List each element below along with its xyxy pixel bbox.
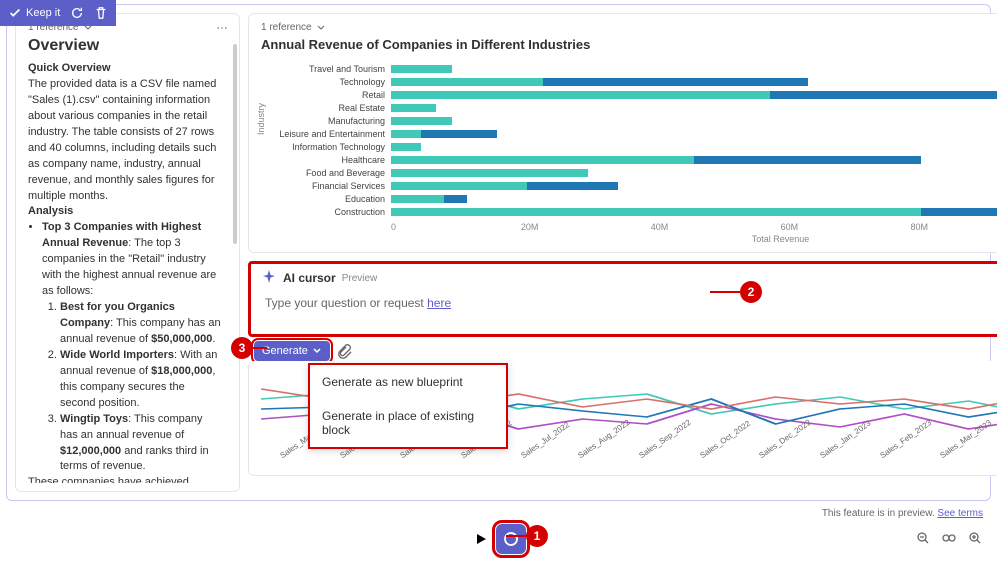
zoom-fit-icon[interactable] <box>941 530 957 546</box>
bar-row: Financial Services <box>261 179 997 192</box>
copilot-button[interactable] <box>496 524 526 554</box>
overview-panel: 1 reference Overview Quick Overview The … <box>15 13 240 492</box>
bar-row: Leisure and Entertainment <box>261 127 997 140</box>
ai-cursor-input[interactable]: Type your question or request here <box>251 292 997 334</box>
page-frame: 1 reference Overview Quick Overview The … <box>6 4 991 501</box>
chevron-down-icon <box>312 346 322 356</box>
bar-chart-card: Industry 1 reference Annual Revenue of C… <box>248 13 997 253</box>
bar-row: Manufacturing <box>261 114 997 127</box>
footer: This feature is in preview. See terms <box>0 506 997 561</box>
see-terms-link[interactable]: See terms <box>937 508 983 519</box>
x-axis-ticks: 020M40M60M80M100M120M <box>391 222 997 232</box>
check-icon <box>8 6 22 20</box>
zoom-controls <box>915 530 983 546</box>
scrollbar[interactable] <box>233 44 237 244</box>
callout-3: 3 <box>231 337 253 359</box>
preview-notice: This feature is in preview. See terms <box>822 508 983 519</box>
ai-cursor-panel: AI cursor Preview Type your question or … <box>248 261 997 337</box>
middle-column: Industry 1 reference Annual Revenue of C… <box>248 13 997 492</box>
bar-row: Information Technology <box>261 140 997 153</box>
bar-row: Retail <box>261 88 997 101</box>
generate-in-place[interactable]: Generate in place of existing block <box>310 399 506 447</box>
bar-row: Education <box>261 192 997 205</box>
bar-row: Real Estate <box>261 101 997 114</box>
chevron-down-icon[interactable] <box>316 23 326 33</box>
callout-2: 2 <box>740 281 762 303</box>
zoom-in-icon[interactable] <box>967 530 983 546</box>
line-chart-x-labels: Sales_Mar_2022Sales_Apr_2022Sales_May_20… <box>261 452 997 461</box>
bar-row: Travel and Tourism <box>261 62 997 75</box>
overview-title: Overview <box>28 37 227 55</box>
top-toolbar: Keep it <box>0 0 116 26</box>
sparkle-icon <box>261 270 277 286</box>
bar-chart: Travel and TourismTechnologyRetailReal E… <box>261 58 997 218</box>
bar-row: Construction <box>261 205 997 218</box>
attach-icon[interactable] <box>336 343 352 359</box>
chart-title: Annual Revenue of Companies in Different… <box>261 37 997 52</box>
reference-count[interactable]: 1 reference <box>261 22 312 33</box>
preview-badge: Preview <box>342 273 378 284</box>
generate-button[interactable]: Generate <box>254 341 330 361</box>
zoom-out-icon[interactable] <box>915 530 931 546</box>
play-button[interactable] <box>472 530 490 548</box>
more-icon[interactable] <box>217 23 227 33</box>
bar-row: Healthcare <box>261 153 997 166</box>
callout-1: 1 <box>526 525 548 547</box>
refresh-icon[interactable] <box>70 6 84 20</box>
generate-new-blueprint[interactable]: Generate as new blueprint <box>310 365 506 399</box>
keep-it-button[interactable]: Keep it <box>8 6 60 20</box>
bar-row: Technology <box>261 75 997 88</box>
bar-row: Food and Beverage <box>261 166 997 179</box>
generate-menu: Generate as new blueprint Generate in pl… <box>308 363 508 449</box>
x-axis-label: Total Revenue <box>261 234 997 244</box>
copilot-icon <box>502 530 520 548</box>
y-axis-label: Industry <box>256 103 266 135</box>
trash-icon[interactable] <box>94 6 108 20</box>
ai-cursor-title: AI cursor <box>283 271 336 285</box>
overview-body: Quick Overview The provided data is a CS… <box>28 61 227 483</box>
